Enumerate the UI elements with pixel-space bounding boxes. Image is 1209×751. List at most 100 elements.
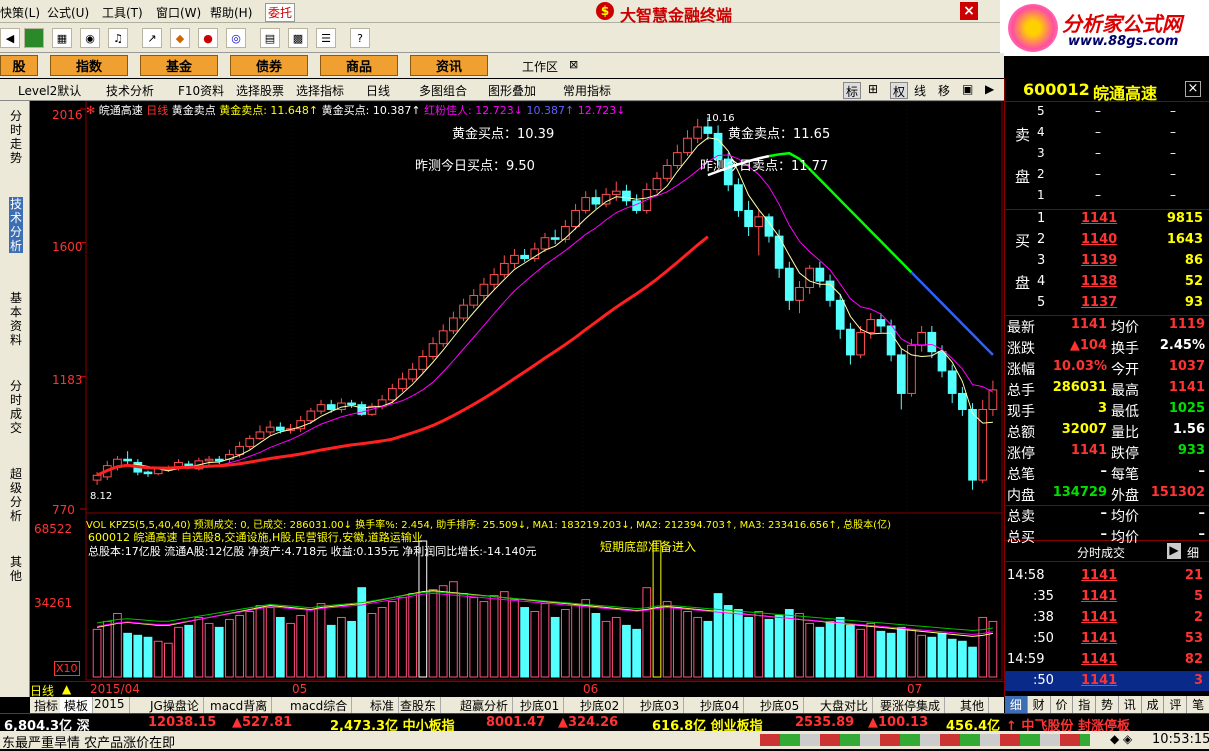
quote-label: 总手 <box>1007 383 1035 399</box>
sell-price: – <box>1095 125 1101 139</box>
close-icon[interactable]: × <box>1185 81 1201 97</box>
tab-super-analysis[interactable]: 超级分析 <box>9 467 23 523</box>
bottom-tab[interactable]: 标准 <box>366 697 400 713</box>
nav-bond[interactable]: 债券 <box>230 55 308 76</box>
sub-select-indicator[interactable]: 选择指标 <box>296 82 344 99</box>
menu-item-tools[interactable]: 工具(T) <box>102 4 143 21</box>
bottom-tab[interactable]: 查股东 <box>396 697 442 713</box>
play-icon[interactable]: ▶ <box>1167 543 1181 559</box>
nav-index[interactable]: 指数 <box>50 55 128 76</box>
sub-f10[interactable]: F10资料 <box>178 82 224 99</box>
right-tab[interactable]: 财 <box>1028 696 1051 713</box>
menu-item-help[interactable]: 帮助(H) <box>210 4 252 21</box>
right-tab[interactable]: 细 <box>1005 696 1028 713</box>
tab-basic-info[interactable]: 基本资料 <box>9 291 23 347</box>
tool-mark[interactable]: 标 <box>843 82 862 99</box>
diamond-icon[interactable]: ◆ <box>170 28 190 48</box>
play-icon[interactable]: ▶ <box>985 82 994 99</box>
bottom-tab[interactable]: macd背离 <box>206 697 273 713</box>
tab-other[interactable]: 其他 <box>9 555 23 583</box>
date-axis: 日线 ▲ 2015/04 05 06 07 <box>30 681 1004 698</box>
tool-line[interactable]: 线 <box>914 82 926 99</box>
bottom-tab[interactable]: 大盘对比 <box>816 697 874 713</box>
crosshair-icon[interactable]: ⊞ <box>868 82 878 99</box>
bottom-tab[interactable]: 要涨停集成 <box>876 697 946 713</box>
bottom-tab[interactable]: JG操盘论 <box>146 697 204 713</box>
menu-item-kuaice[interactable]: 快策(L) <box>0 4 40 21</box>
bottom-tab[interactable]: 指标 <box>30 697 64 713</box>
nav-stock[interactable]: 股 <box>0 55 38 76</box>
chart-up-icon[interactable]: ↗ <box>142 28 162 48</box>
volume-bar <box>398 597 407 678</box>
bottom-tab[interactable]: 抄底01 <box>516 697 565 713</box>
buy-price: 1137 <box>1081 295 1118 310</box>
quote-label: 最高 <box>1111 383 1139 399</box>
sub-daily[interactable]: 日线 <box>366 82 390 99</box>
sub-level2[interactable]: Level2默认 <box>18 82 81 99</box>
back-icon[interactable]: ◀ <box>0 28 20 48</box>
right-tab[interactable]: 势 <box>1096 696 1119 713</box>
volume-bar <box>713 593 723 678</box>
speaker-icon[interactable]: ♫ <box>108 28 128 48</box>
bottom-tab[interactable]: 模板 <box>60 697 94 713</box>
window-icon[interactable]: ▩ <box>288 28 308 48</box>
bottom-tab[interactable]: 抄底04 <box>696 697 745 713</box>
grid-icon[interactable]: ▦ <box>52 28 72 48</box>
tab-intraday[interactable]: 分时走势 <box>9 109 23 165</box>
volume-bar <box>377 607 387 678</box>
nav-fund[interactable]: 基金 <box>140 55 218 76</box>
right-tab[interactable]: 评 <box>1164 696 1188 713</box>
right-tab[interactable]: 讯 <box>1119 696 1142 713</box>
bottom-tab[interactable]: 抄底02 <box>576 697 625 713</box>
help-cursor-icon[interactable]: ? <box>350 28 370 48</box>
right-tab[interactable]: 笔 <box>1187 696 1209 713</box>
close-icon[interactable]: × <box>960 2 978 20</box>
bottom-tab[interactable]: 超赢分析 <box>456 697 514 713</box>
trade-volume: 21 <box>1184 568 1203 583</box>
sell-level: 3 <box>1037 146 1045 160</box>
right-tabs: 细财价指势讯成评笔 <box>1005 696 1209 713</box>
books-icon[interactable]: ☰ <box>316 28 336 48</box>
trade-price: 1141 <box>1081 610 1118 625</box>
flag-icon[interactable] <box>24 28 44 48</box>
tab-intraday-trades[interactable]: 分时成交 <box>9 379 23 435</box>
candle-body <box>214 458 224 462</box>
binoculars-icon[interactable]: ◉ <box>80 28 100 48</box>
right-tab[interactable]: 价 <box>1051 696 1074 713</box>
sub-overlay[interactable]: 图形叠加 <box>488 82 536 99</box>
sub-select-stock[interactable]: 选择股票 <box>236 82 284 99</box>
bottom-tab[interactable]: macd综合 <box>286 697 353 713</box>
nav-news[interactable]: 资讯 <box>410 55 488 76</box>
right-tab[interactable]: 成 <box>1142 696 1165 713</box>
sub-common-indicators[interactable]: 常用指标 <box>563 82 611 99</box>
volume-bar <box>703 620 713 678</box>
bottom-tab[interactable]: 2015 <box>90 697 130 713</box>
right-tab[interactable]: 指 <box>1073 696 1097 713</box>
workarea-close-icon[interactable]: ⊠ <box>569 58 578 71</box>
bottom-tab[interactable]: 其他 <box>956 697 990 713</box>
bottom-tab[interactable]: 抄底03 <box>636 697 685 713</box>
workarea-label[interactable]: 工作区 <box>522 58 558 75</box>
trades-detail-button[interactable]: 细 <box>1187 544 1199 561</box>
tool-rights[interactable]: 权 <box>890 82 909 99</box>
ticker-item: ▲527.81 <box>232 715 293 730</box>
price-pane-border <box>85 101 1003 514</box>
tab-tech-analysis[interactable]: 技术分析 <box>9 197 23 253</box>
print-icon[interactable]: ▤ <box>260 28 280 48</box>
candle-body <box>784 267 794 301</box>
tool-move[interactable]: 移 <box>938 82 950 99</box>
kline-chart-area[interactable]: ✻ 皖通高速 日线 黄金卖点 黄金卖点: 11.648↑ 黄金买点: 10.38… <box>30 101 1004 681</box>
menu-item-window[interactable]: 窗口(W) <box>156 4 201 21</box>
fund-icon[interactable]: ● <box>198 28 218 48</box>
menu-item-formula[interactable]: 公式(U) <box>47 4 89 21</box>
bottom-tab[interactable]: 抄底05 <box>756 697 805 713</box>
sub-multi-chart[interactable]: 多图组合 <box>419 82 467 99</box>
trade-volume: 5 <box>1193 589 1203 604</box>
window-toggle-icon[interactable]: ▣ <box>962 82 973 99</box>
chart-settings-icon[interactable]: ✻ <box>86 104 95 117</box>
buy-level: 1 <box>1037 211 1046 226</box>
globe-icon[interactable]: ◎ <box>226 28 246 48</box>
menu-item-entrust[interactable]: 委托 <box>265 3 296 22</box>
nav-commodity[interactable]: 商品 <box>320 55 398 76</box>
sub-tech-analysis[interactable]: 技术分析 <box>106 82 154 99</box>
